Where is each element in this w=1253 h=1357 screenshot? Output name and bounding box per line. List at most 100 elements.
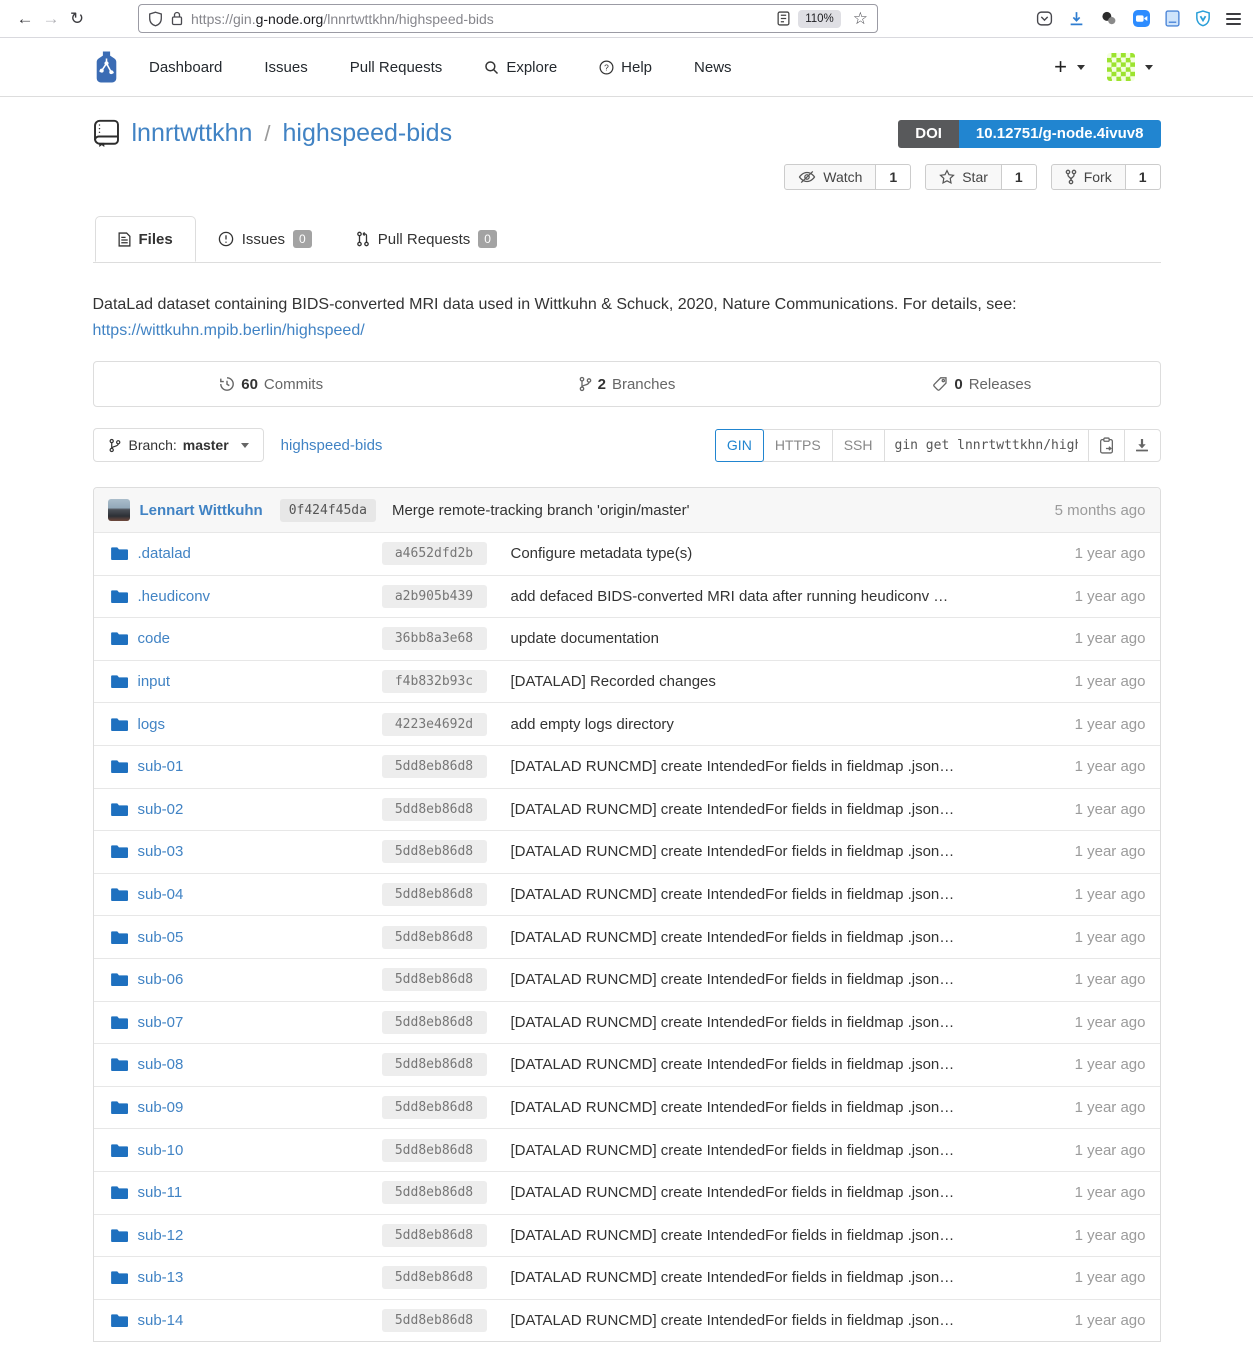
row-commit-message-link[interactable]: [DATALAD RUNCMD] create IntendedFor fiel… — [511, 1184, 955, 1201]
download-archive-button[interactable] — [1124, 429, 1161, 462]
doi-value[interactable]: 10.12751/g-node.4ivuv8 — [959, 120, 1161, 148]
repo-description-link[interactable]: https://wittkuhn.mpib.berlin/highspeed/ — [93, 322, 365, 339]
commit-author-link[interactable]: Lennart Wittkuhn — [140, 502, 263, 519]
gin-logo[interactable] — [90, 50, 123, 84]
file-link[interactable]: code — [138, 630, 171, 647]
bookmark-star-icon[interactable]: ☆ — [853, 9, 868, 29]
menu-hamburger-icon[interactable] — [1226, 13, 1241, 25]
commits-stat[interactable]: 60Commits — [94, 362, 449, 406]
row-commit-message-link[interactable]: [DATALAD RUNCMD] create IntendedFor fiel… — [511, 886, 955, 903]
repo-name-link[interactable]: highspeed-bids — [283, 119, 453, 148]
tab-pull-requests[interactable]: Pull Requests 0 — [334, 216, 519, 262]
row-commit-message-link[interactable]: [DATALAD RUNCMD] create IntendedFor fiel… — [511, 1312, 955, 1329]
pocket-icon[interactable] — [1036, 10, 1053, 27]
branch-selector[interactable]: Branch: master — [93, 428, 264, 462]
copy-clipboard-button[interactable] — [1088, 429, 1125, 462]
nav-issues[interactable]: Issues — [264, 59, 307, 76]
zenmate-shield-icon[interactable] — [1195, 10, 1211, 27]
row-commit-hash-badge[interactable]: 5dd8eb86d8 — [382, 926, 487, 949]
file-link[interactable]: sub-09 — [138, 1099, 184, 1116]
url-bar[interactable]: https://gin.g-node.org/lnnrtwttkhn/highs… — [138, 4, 878, 33]
file-link[interactable]: sub-08 — [138, 1056, 184, 1073]
file-link[interactable]: sub-05 — [138, 929, 184, 946]
clone-protocol-https[interactable]: HTTPS — [763, 429, 833, 462]
row-commit-hash-badge[interactable]: 4223e4692d — [382, 713, 487, 736]
nav-help[interactable]: ? Help — [599, 59, 652, 76]
file-link[interactable]: sub-13 — [138, 1269, 184, 1286]
file-link[interactable]: input — [138, 673, 171, 690]
notes-doc-icon[interactable] — [1165, 10, 1180, 27]
row-commit-hash-badge[interactable]: f4b832b93c — [382, 670, 487, 693]
nav-dashboard[interactable]: Dashboard — [149, 59, 222, 76]
row-commit-hash-badge[interactable]: 5dd8eb86d8 — [382, 798, 487, 821]
row-commit-message-link[interactable]: [DATALAD RUNCMD] create IntendedFor fiel… — [511, 1227, 955, 1244]
file-link[interactable]: sub-07 — [138, 1014, 184, 1031]
downloads-icon[interactable] — [1068, 10, 1085, 27]
row-commit-hash-badge[interactable]: 5dd8eb86d8 — [382, 1309, 487, 1332]
row-commit-message-link[interactable]: add defaced BIDS-converted MRI data afte… — [511, 588, 949, 605]
row-commit-hash-badge[interactable]: 5dd8eb86d8 — [382, 1011, 487, 1034]
row-commit-hash-badge[interactable]: 5dd8eb86d8 — [382, 1053, 487, 1076]
row-commit-message-link[interactable]: [DATALAD] Recorded changes — [511, 673, 716, 690]
row-commit-hash-badge[interactable]: 5dd8eb86d8 — [382, 1224, 487, 1247]
row-commit-message-link[interactable]: [DATALAD RUNCMD] create IntendedFor fiel… — [511, 1269, 955, 1286]
releases-stat[interactable]: 0Releases — [804, 362, 1159, 406]
file-link[interactable]: .heudiconv — [138, 588, 211, 605]
row-commit-message-link[interactable]: add empty logs directory — [511, 716, 674, 733]
file-link[interactable]: sub-04 — [138, 886, 184, 903]
url-text[interactable]: https://gin.g-node.org/lnnrtwttkhn/highs… — [191, 11, 769, 27]
row-commit-message-link[interactable]: Configure metadata type(s) — [511, 545, 693, 562]
row-commit-hash-badge[interactable]: a4652dfd2b — [382, 542, 487, 565]
zoom-app-icon[interactable] — [1133, 10, 1150, 27]
file-link[interactable]: sub-06 — [138, 971, 184, 988]
clone-command-input[interactable] — [884, 429, 1089, 462]
row-commit-message-link[interactable]: update documentation — [511, 630, 659, 647]
row-commit-hash-badge[interactable]: 5dd8eb86d8 — [382, 883, 487, 906]
lock-icon[interactable] — [171, 11, 183, 26]
row-commit-message-link[interactable]: [DATALAD RUNCMD] create IntendedFor fiel… — [511, 1142, 955, 1159]
tab-files[interactable]: Files — [95, 216, 196, 262]
clone-protocol-gin[interactable]: GIN — [715, 429, 764, 462]
row-commit-hash-badge[interactable]: 5dd8eb86d8 — [382, 755, 487, 778]
browser-back-button[interactable]: ← — [12, 9, 38, 29]
commit-message-link[interactable]: Merge remote-tracking branch 'origin/mas… — [392, 502, 690, 519]
tracking-shield-icon[interactable] — [148, 11, 163, 27]
nav-pull-requests[interactable]: Pull Requests — [350, 59, 443, 76]
nav-news[interactable]: News — [694, 59, 732, 76]
row-commit-hash-badge[interactable]: 5dd8eb86d8 — [382, 1096, 487, 1119]
reader-mode-icon[interactable] — [777, 11, 790, 26]
row-commit-hash-badge[interactable]: 5dd8eb86d8 — [382, 1266, 487, 1289]
row-commit-message-link[interactable]: [DATALAD RUNCMD] create IntendedFor fiel… — [511, 1099, 955, 1116]
file-link[interactable]: .datalad — [138, 545, 191, 562]
row-commit-hash-badge[interactable]: 5dd8eb86d8 — [382, 968, 487, 991]
commit-author-avatar[interactable] — [108, 499, 130, 521]
clone-protocol-ssh[interactable]: SSH — [832, 429, 885, 462]
repo-root-link[interactable]: highspeed-bids — [281, 437, 383, 454]
repo-owner-link[interactable]: lnnrtwttkhn — [132, 119, 253, 148]
row-commit-message-link[interactable]: [DATALAD RUNCMD] create IntendedFor fiel… — [511, 1014, 955, 1031]
file-link[interactable]: sub-10 — [138, 1142, 184, 1159]
file-link[interactable]: sub-14 — [138, 1312, 184, 1329]
row-commit-message-link[interactable]: [DATALAD RUNCMD] create IntendedFor fiel… — [511, 929, 955, 946]
fork-button[interactable]: Fork — [1051, 164, 1126, 190]
row-commit-hash-badge[interactable]: a2b905b439 — [382, 585, 487, 608]
user-menu-caret-icon[interactable] — [1145, 65, 1153, 70]
row-commit-hash-badge[interactable]: 36bb8a3e68 — [382, 627, 487, 650]
create-new-caret-icon[interactable] — [1077, 65, 1085, 70]
browser-reload-button[interactable]: ↻ — [64, 9, 90, 29]
row-commit-message-link[interactable]: [DATALAD RUNCMD] create IntendedFor fiel… — [511, 1056, 955, 1073]
zoom-level-badge[interactable]: 110% — [798, 10, 841, 28]
file-link[interactable]: logs — [138, 716, 166, 733]
branches-stat[interactable]: 2Branches — [449, 362, 804, 406]
file-link[interactable]: sub-03 — [138, 843, 184, 860]
extension-spheres-icon[interactable] — [1100, 10, 1118, 27]
file-link[interactable]: sub-11 — [138, 1184, 183, 1201]
row-commit-message-link[interactable]: [DATALAD RUNCMD] create IntendedFor fiel… — [511, 843, 955, 860]
row-commit-hash-badge[interactable]: 5dd8eb86d8 — [382, 1181, 487, 1204]
fork-count[interactable]: 1 — [1126, 164, 1161, 190]
doi-badge[interactable]: DOI 10.12751/g-node.4ivuv8 — [898, 120, 1160, 148]
file-link[interactable]: sub-01 — [138, 758, 184, 775]
watch-button[interactable]: Watch — [784, 164, 876, 190]
commit-hash-badge[interactable]: 0f424f45da — [280, 499, 376, 522]
tab-issues[interactable]: Issues 0 — [196, 216, 334, 262]
